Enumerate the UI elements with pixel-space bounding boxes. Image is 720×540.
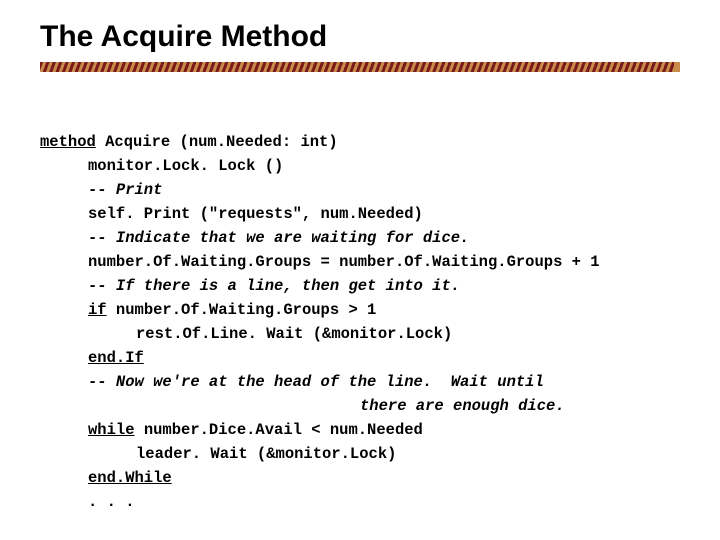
kw-while: while <box>88 421 135 439</box>
line-11b: there are enough dice. <box>40 394 565 418</box>
line-14: end.While <box>40 466 172 490</box>
line-1-rest: Acquire (num.Needed: int) <box>96 133 338 151</box>
line-8-rest: number.Of.Waiting.Groups > 1 <box>107 301 377 319</box>
title-divider <box>40 62 680 72</box>
line-12: while number.Dice.Avail < num.Needed <box>40 418 423 442</box>
line-15: . . . <box>40 490 135 514</box>
kw-method: method <box>40 133 96 151</box>
line-9: rest.Of.Line. Wait (&monitor.Lock) <box>40 322 452 346</box>
line-7: -- If there is a line, then get into it. <box>40 274 460 298</box>
line-5: -- Indicate that we are waiting for dice… <box>40 226 469 250</box>
line-3: -- Print <box>40 178 162 202</box>
line-11: -- Now we're at the head of the line. Wa… <box>40 370 544 394</box>
line-12-rest: number.Dice.Avail < num.Needed <box>135 421 423 439</box>
line-2: monitor.Lock. Lock () <box>40 154 283 178</box>
kw-if: if <box>88 301 107 319</box>
line-1: method Acquire (num.Needed: int) <box>40 133 338 151</box>
line-6: number.Of.Waiting.Groups = number.Of.Wai… <box>40 250 600 274</box>
page-title: The Acquire Method <box>40 20 680 54</box>
line-10: end.If <box>40 346 144 370</box>
line-13: leader. Wait (&monitor.Lock) <box>40 442 396 466</box>
line-4: self. Print ("requests", num.Needed) <box>40 202 423 226</box>
code-block: method Acquire (num.Needed: int) monitor… <box>40 106 680 514</box>
line-8: if number.Of.Waiting.Groups > 1 <box>40 298 376 322</box>
